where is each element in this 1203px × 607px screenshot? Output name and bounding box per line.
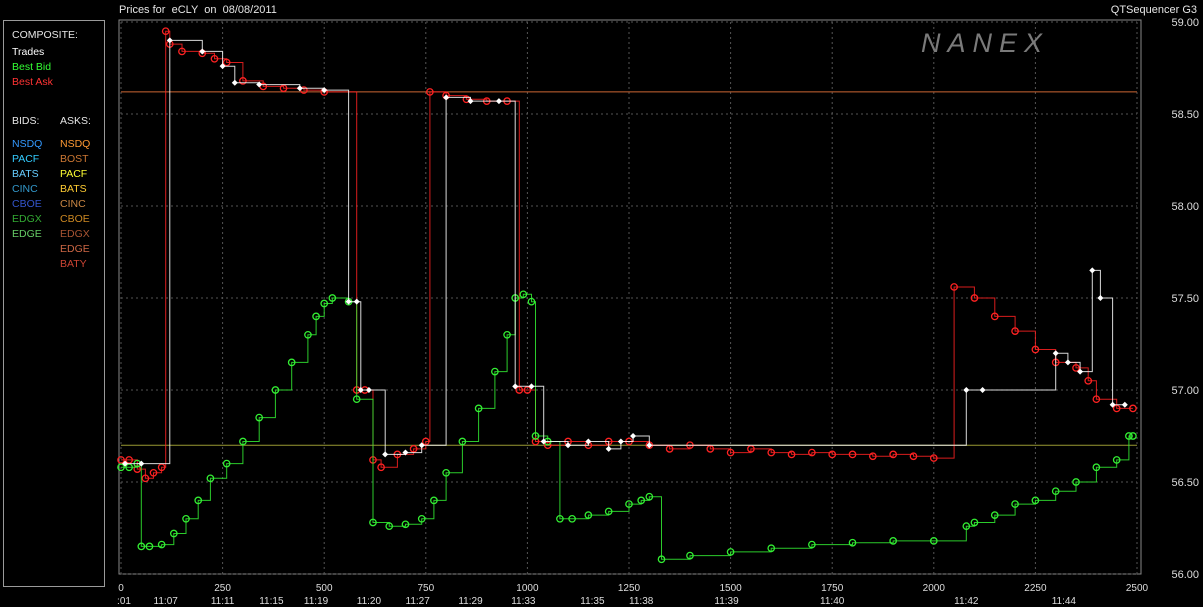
x-tick-label: 500 [316,583,333,594]
y-tick-label: 58.50 [1171,109,1199,121]
trades-point [231,79,238,86]
y-tick-label: 56.50 [1171,477,1199,489]
time-label: 11:39 [714,596,739,607]
best-ask-line [121,30,1133,479]
time-label: 11:15 [259,596,284,607]
trades-point [219,63,226,70]
trades-point [605,445,612,452]
trades-point [382,451,389,458]
x-tick-label: 1500 [719,583,742,594]
trades-point [495,98,502,105]
watermark: NANEX [921,28,1049,58]
y-axis-labels: 56.00 56.50 57.00 57.50 58.00 58.50 59.00 [1171,17,1199,581]
trades-point [528,383,535,390]
trades-point [512,383,519,390]
y-tick-label: 56.00 [1171,569,1199,581]
trades-point [1097,295,1104,301]
trades-point [617,438,624,445]
x-tick-label: 1250 [618,583,641,594]
price-chart: 56.00 56.50 57.00 57.50 58.00 58.50 59.00 0 250… [117,17,1199,607]
time-label: 11:20 [357,596,382,607]
trades-point [296,85,303,92]
trades-point [1109,401,1116,408]
time-label: 11:33 [511,596,536,607]
time-label: 11:38 [629,596,654,607]
time-label: 11:35 [580,596,605,607]
time-label: 11:19 [304,596,329,607]
y-tick-label: 58.00 [1171,201,1199,213]
x-tick-label: 1000 [516,583,539,594]
trades-point [353,298,360,305]
y-tick-label: 57.00 [1171,385,1199,397]
time-label: 11:27 [406,596,431,607]
time-label: 11:29 [458,596,483,607]
trades-point [1052,350,1059,357]
x-axis-labels: 0 250 500 750 1000 1250 1500 1750 2000 2250 2500 [118,583,1148,594]
x-tick-label: 750 [417,583,434,594]
time-label: 11:40 [820,596,845,607]
trades-point [979,387,986,393]
x-tick-label: 2000 [923,583,946,594]
y-tick-label: 59.00 [1171,17,1199,29]
trades-point [963,387,970,393]
x-tick-label: 1750 [821,583,844,594]
time-label: 11:11 [211,596,235,607]
x-tick-label: 2500 [1126,583,1149,594]
y-tick-label: 57.50 [1171,293,1199,305]
time-label: 11:44 [1052,596,1077,607]
trades-point [122,460,129,467]
trades-point [1064,359,1071,366]
time-label: :01 [117,596,131,607]
time-label: 11:07 [154,596,179,607]
trades-point [1121,401,1128,408]
time-axis-labels: :01 11:07 11:11 11:15 11:19 11:20 11:27 11:29 11… [117,596,1076,607]
time-label: 11:42 [954,596,979,607]
x-tick-label: 250 [214,583,231,594]
best-bid-line [121,293,1133,560]
trades-point [630,433,637,439]
x-tick-label: 2250 [1024,583,1047,594]
trades-point [418,442,425,449]
trades-point [1077,368,1084,375]
trades-point [1089,267,1096,274]
plot-frame [118,19,1142,575]
x-tick-label: 0 [118,583,124,594]
